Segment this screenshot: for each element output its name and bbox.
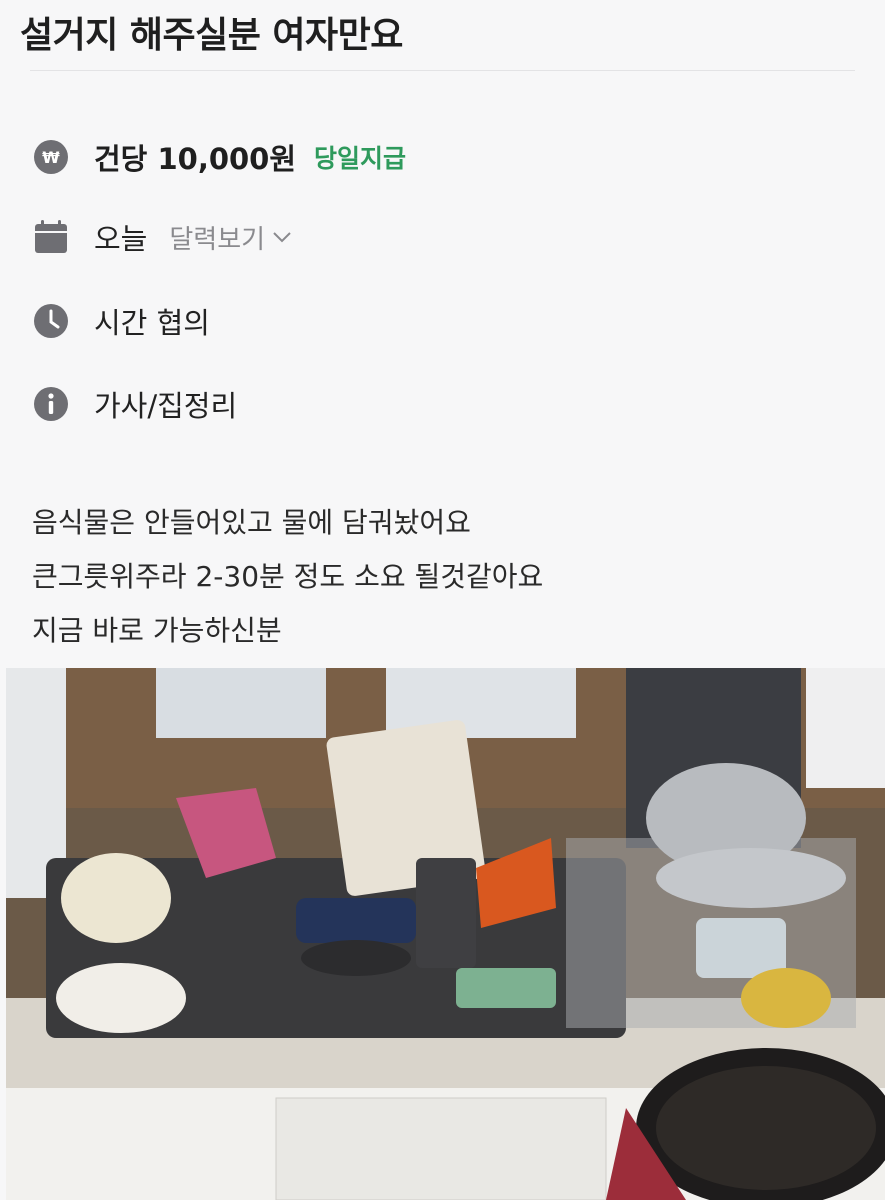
same-day-pay-badge: 당일지급	[314, 144, 407, 173]
calendar-view-link[interactable]: 달력보기	[169, 219, 293, 256]
pay-row: ₩ 건당 10,000원 당일지급	[32, 136, 406, 178]
clock-icon	[32, 302, 70, 340]
time-text: 시간 협의	[94, 306, 210, 340]
post-description: 음식물은 안들어있고 물에 담궈놨어요 큰그릇위주라 2-30분 정도 소요 될…	[32, 496, 543, 658]
info-icon	[32, 385, 70, 423]
svg-text:₩: ₩	[42, 148, 60, 167]
category-text: 가사/집정리	[94, 389, 238, 423]
category-row: 가사/집정리	[32, 383, 237, 425]
pay-amount: 건당 10,000원	[94, 142, 297, 176]
chevron-down-icon	[273, 232, 291, 243]
post-title: 설거지 해주실분 여자만요	[20, 15, 403, 56]
title-divider	[30, 70, 855, 71]
date-row: 오늘 달력보기	[32, 216, 293, 258]
description-line: 큰그릇위주라 2-30분 정도 소요 될것같아요	[32, 560, 544, 593]
calendar-icon	[32, 218, 70, 256]
description-line: 지금 바로 가능하신분	[32, 614, 282, 647]
time-row: 시간 협의	[32, 300, 210, 342]
description-line: 음식물은 안들어있고 물에 담궈놨어요	[32, 506, 471, 539]
kitchen-sink-photo	[6, 668, 885, 1200]
date-text: 오늘	[94, 222, 148, 256]
calendar-view-label: 달력보기	[169, 224, 266, 255]
won-icon: ₩	[32, 138, 70, 176]
